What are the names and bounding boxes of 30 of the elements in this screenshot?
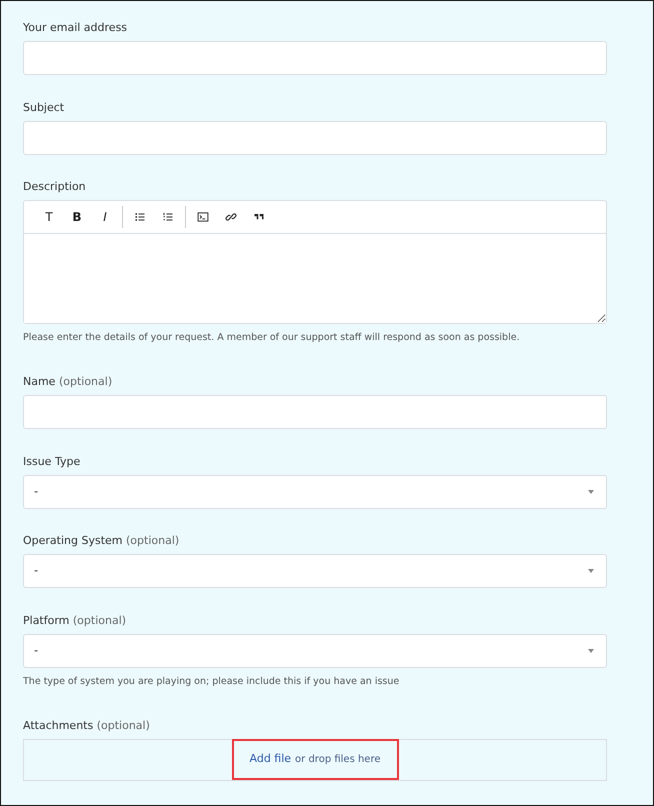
- field-label: Attachments (optional): [23, 718, 151, 732]
- drop-hint: or drop files here: [295, 753, 380, 768]
- caret-icon: [588, 490, 594, 494]
- format-button[interactable]: B: [66, 206, 88, 228]
- select-field[interactable]: -: [23, 634, 607, 668]
- terminal-icon: [197, 211, 209, 223]
- caret-icon: [588, 648, 594, 652]
- drop-zone[interactable]: Add file or drop files here: [23, 738, 607, 780]
- numbered-list-icon: [162, 211, 174, 223]
- field-label: Operating System (optional): [23, 534, 180, 548]
- field-label: Issue Type: [23, 454, 82, 468]
- bulleted-list-icon: [134, 211, 146, 223]
- add-file-link[interactable]: Add file: [250, 751, 292, 768]
- text-field[interactable]: [23, 120, 607, 154]
- field-label: Your email address: [23, 21, 128, 35]
- format-button[interactable]: T: [38, 206, 60, 228]
- link-icon: [225, 211, 237, 223]
- field-label: Platform (optional): [23, 614, 128, 628]
- text-field[interactable]: [23, 395, 607, 429]
- field-label: Subject: [23, 100, 66, 114]
- select-field[interactable]: -: [23, 554, 607, 588]
- help-text: The type of system you are playing on; please include this if you have an issue: [23, 674, 400, 688]
- field-label: Name (optional): [23, 375, 114, 389]
- help-text: Please enter the details of your request. A member of our support staff will respond as soon as possible.: [23, 331, 521, 345]
- caret-icon: [588, 569, 594, 573]
- field-label: Description: [23, 180, 87, 194]
- text-field[interactable]: [23, 41, 607, 75]
- select-field[interactable]: -: [23, 474, 607, 508]
- description-field[interactable]: T B I: [23, 200, 607, 324]
- format-button[interactable]: I: [94, 206, 116, 228]
